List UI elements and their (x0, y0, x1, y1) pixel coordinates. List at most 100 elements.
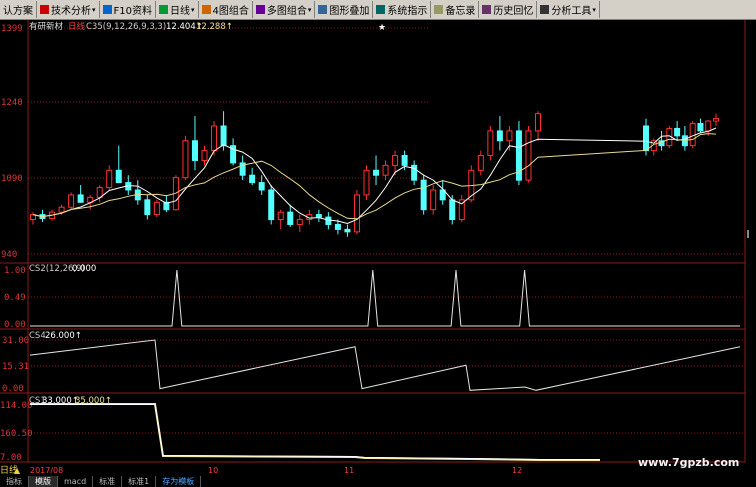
bottom-tabs: 指标 模版 macd 标准 标准1 存为模板 (0, 476, 756, 487)
candle (439, 180, 446, 205)
bottom-tab[interactable]: macd (58, 476, 94, 487)
candle (153, 199, 160, 218)
y-axis-cs4: 31.00 15.31 0.00 (2, 336, 29, 394)
toolbar-button[interactable]: 图形叠加 (315, 1, 374, 18)
cs1-line-secondary (30, 404, 600, 460)
toolbar-button-label: 系统指示 (387, 6, 428, 17)
candle (182, 135, 189, 181)
y-label: 7.00 (0, 453, 22, 463)
bottom-tab[interactable]: 指标 (0, 476, 29, 487)
cs2-panel-header: CS2(12,26,9) 0.000 (29, 264, 96, 274)
y-label: 15.31 (2, 362, 29, 372)
bottom-tab[interactable]: 标准 (93, 476, 123, 487)
candle (277, 209, 284, 230)
doc-icon (102, 5, 112, 14)
time-axis: 日线 ▲ 2017/08 10 11 12 (0, 463, 745, 476)
toolbar-button[interactable]: 技术分析 ▾ (37, 1, 100, 18)
candle (30, 212, 36, 225)
y-label: 0.00 (4, 320, 26, 330)
y-label: 940 (1, 250, 17, 260)
candle (477, 150, 484, 176)
y-label: 1240 (1, 98, 23, 108)
tool-icon (540, 5, 550, 14)
memo-icon (434, 5, 444, 14)
cs2-value: 0.000 (72, 264, 96, 274)
chart-area: 1399 1240 1090 940 1.00 0.49 0.00 31.00 … (0, 20, 749, 476)
cs4-panel-header: CS4 26.000↑ (29, 331, 82, 341)
candle (506, 125, 513, 151)
candle (674, 121, 681, 141)
cs4-value: 26.000↑ (45, 331, 82, 341)
dropdown-arrow-icon: ▾ (307, 5, 312, 14)
dropdown-arrow-icon: ▾ (191, 5, 195, 14)
period-label: 日线 (68, 21, 86, 32)
bottom-tab[interactable]: 存为模板 (156, 476, 202, 487)
toolbar-button-label: 图形叠加 (329, 6, 370, 17)
candle (382, 160, 389, 181)
candle (363, 165, 370, 200)
y-label: 0.49 (4, 293, 26, 303)
time-label: 11 (344, 466, 354, 475)
y-label: 0.00 (2, 384, 24, 394)
scrollbar-handle[interactable] (747, 230, 749, 238)
toolbar-button[interactable]: 分析工具 ▾ (537, 1, 600, 18)
ma10-line (32, 133, 717, 220)
y-label: 114.00 (0, 401, 33, 411)
grid-icon (201, 5, 211, 14)
toolbar-button[interactable]: 4图组合 (199, 1, 253, 18)
svg-text:▲: ▲ (14, 466, 21, 475)
star-marker-icon: ★ (378, 23, 386, 33)
candle (353, 189, 360, 235)
chart-icon (40, 5, 49, 14)
cs1-line (30, 403, 600, 461)
y-axis-main: 1399 1240 1090 940 (1, 24, 23, 260)
bottom-tab[interactable]: 标准1 (122, 476, 157, 487)
dropdown-arrow-icon: ▾ (592, 5, 596, 14)
ma5-line (32, 127, 717, 225)
time-label: 2017/08 (30, 466, 63, 475)
y-label: 1399 (1, 24, 23, 34)
y-label: 1090 (1, 174, 23, 184)
candle (68, 192, 75, 210)
candle (650, 138, 657, 156)
candle (487, 125, 494, 161)
history-icon (482, 5, 492, 14)
overlay-icon (318, 5, 328, 14)
watermark: www.7gpzb.com (638, 456, 739, 469)
toolbar-button[interactable]: 系统指示 (373, 1, 432, 18)
candle (430, 185, 437, 215)
toolbar-button[interactable]: 历史回忆 (479, 1, 538, 18)
toolbar-button-label: 多图组合 (266, 6, 307, 17)
main-panel-header: 有研新材 日线 C35(9,12,26,9,3,3) 12.404↑ 12.28… (29, 21, 233, 32)
candle (106, 165, 113, 190)
moving-average-lines (32, 127, 717, 225)
candle (325, 212, 332, 230)
candle (239, 155, 246, 181)
toolbar-button[interactable]: 备忘录 (431, 1, 480, 18)
toolbar-button-label: 备忘录 (445, 6, 476, 17)
toolbar-button[interactable]: 认方案 (0, 1, 37, 18)
cs4-line (29, 339, 741, 391)
candlestick-series (30, 111, 719, 237)
multi-icon (255, 5, 265, 14)
toolbar-button[interactable]: 日线 ▾ (156, 1, 199, 18)
candle (115, 145, 122, 184)
toolbar-button-label: 技术分析 (51, 6, 91, 17)
bottom-tab[interactable]: 模版 (29, 476, 58, 487)
toolbar-button-label: 历史回忆 (493, 6, 534, 17)
system-icon (376, 5, 386, 14)
indicator-value-2: 12.288↑ (196, 22, 233, 32)
toolbar-button[interactable]: F10资料 (100, 1, 156, 18)
y-label: 160.50 (0, 429, 33, 439)
candle (315, 209, 322, 222)
candle (77, 185, 84, 203)
toolbar-button-label: 日线 (170, 6, 190, 17)
y-axis-cs2: 1.00 0.49 0.00 (4, 266, 26, 330)
toolbar-button[interactable]: 多图组合 ▾ (253, 1, 316, 18)
candle (697, 118, 704, 134)
candle (458, 194, 465, 222)
y-label: 31.00 (2, 336, 29, 346)
cs4-name: CS4 (29, 331, 46, 341)
time-label: 12 (512, 466, 522, 475)
candle (411, 160, 418, 186)
